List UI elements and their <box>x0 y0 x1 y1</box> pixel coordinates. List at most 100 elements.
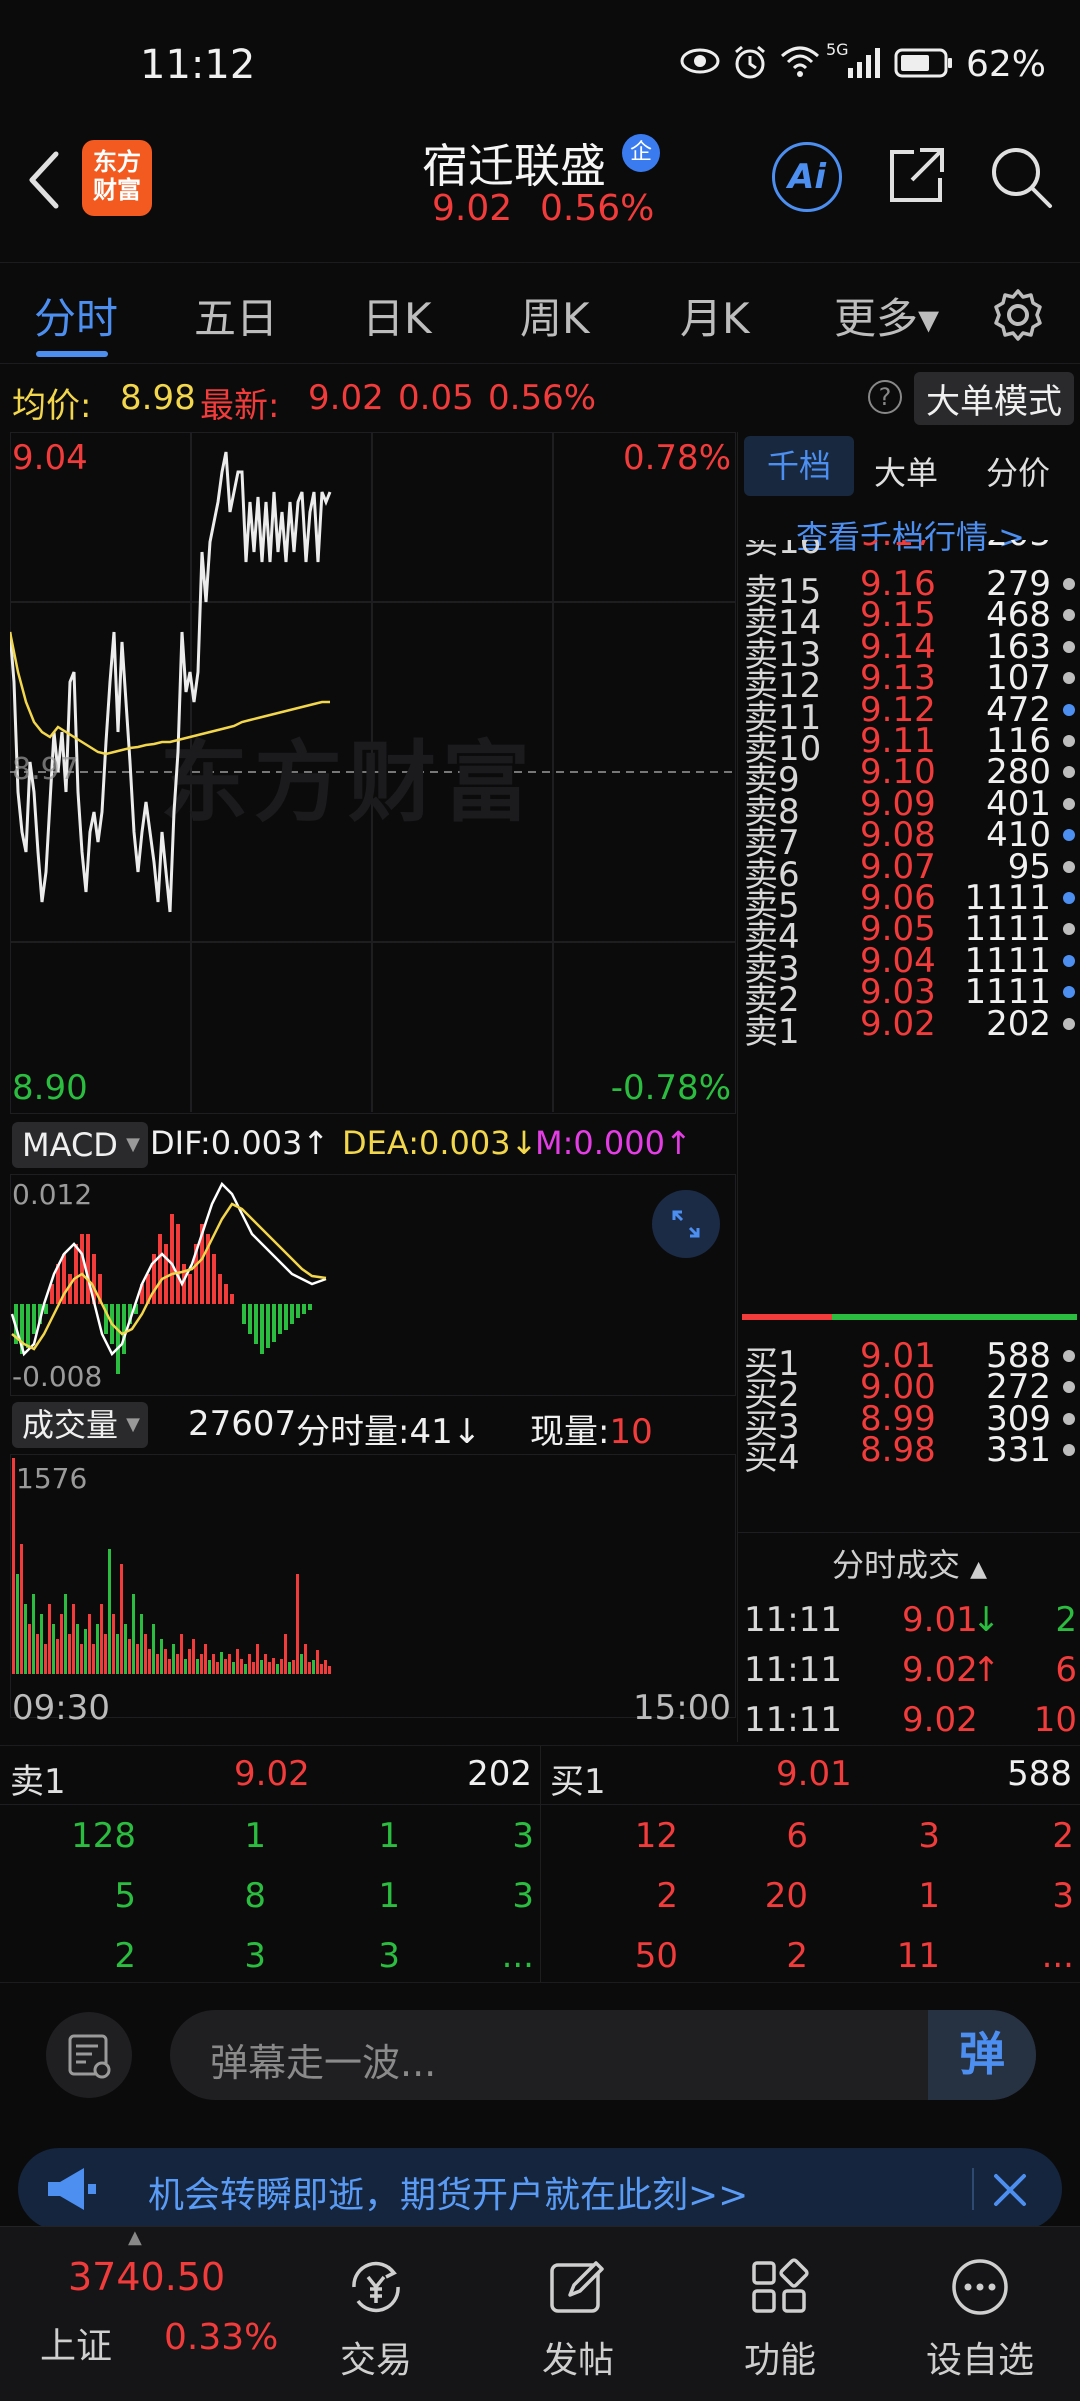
ob-tab-large-order[interactable]: 大单 <box>874 448 938 494</box>
macd-chart <box>10 1181 327 1374</box>
avg-price-label: 均价: <box>12 386 92 426</box>
buy-queue-cell: 2 <box>1052 1816 1074 1856</box>
sell-queue-cell: 3 <box>244 1936 266 1976</box>
tab-more[interactable]: 更多▾ <box>834 285 939 346</box>
danmaku-send-button[interactable]: 弹 <box>928 2010 1036 2100</box>
back-icon[interactable] <box>24 148 64 216</box>
ai-button[interactable]: Ai <box>772 142 842 212</box>
buy-queue-cell: 3 <box>1052 1876 1074 1916</box>
search-icon[interactable] <box>988 144 1054 214</box>
order-marker-dot <box>1063 672 1075 685</box>
chevron-down-icon: ▼ <box>126 1134 140 1155</box>
bid-row: 买4 8.98 331 <box>738 1430 1080 1479</box>
tab-weekly-k[interactable]: 周K <box>520 285 590 346</box>
bid-price: 8.98 <box>860 1430 936 1471</box>
trade-qty: 2 <box>1055 1600 1077 1640</box>
comment-bar: 弹幕走一波... 弹 <box>0 1990 1080 2110</box>
tab-daily-k[interactable]: 日K <box>362 285 432 346</box>
ask-label: 卖1 <box>744 1011 800 1052</box>
chart-area: 东方财富 9.04 0.78% 8.97 8.90 -0.78% MACD ▼ … <box>10 432 736 1742</box>
index-value: 3740.50 <box>68 2255 226 2299</box>
ob-tab-thousand[interactable]: 千档 <box>744 436 854 496</box>
help-icon[interactable]: ? <box>868 380 902 414</box>
status-time: 11:12 <box>140 42 256 88</box>
average-price-line <box>10 631 330 756</box>
edit-icon <box>550 2261 604 2313</box>
nav-post-label: 发帖 <box>541 2340 614 2381</box>
close-icon[interactable] <box>988 2168 1032 2216</box>
logo-line1: 东方 <box>93 148 141 176</box>
nav-functions[interactable]: 功能 <box>700 2227 860 2401</box>
index-name: 上证 <box>40 2326 113 2367</box>
large-order-mode-button[interactable]: 大单模式 <box>914 372 1074 425</box>
volume-selector-label: 成交量 <box>22 1406 119 1444</box>
sell-queue-cell: ... <box>501 1936 534 1976</box>
trade-icon <box>352 2261 400 2313</box>
caret-up-icon: ▲ <box>970 1557 988 1582</box>
tab-monthly-k[interactable]: 月K <box>680 285 750 346</box>
trade-price: 9.01 <box>902 1600 978 1640</box>
order-marker-dot <box>1063 735 1075 747</box>
ad-banner[interactable]: 机会转瞬即逝，期货开户就在此刻>> <box>18 2148 1062 2230</box>
macd-m: M:0.000↑ <box>535 1124 692 1162</box>
queue-buy-qty: 588 <box>1007 1754 1072 1794</box>
macd-selector-label: MACD <box>22 1126 118 1164</box>
price-info-bar: 均价: 8.98 最新: 9.02 0.05 0.56% ? 大单模式 <box>0 370 1080 430</box>
macd-dea-arrow: ↓ <box>510 1124 538 1162</box>
volume-chart <box>12 1458 331 1674</box>
logo-line2: 财富 <box>93 176 141 204</box>
sell-queue-cell: 3 <box>512 1816 534 1856</box>
danmaku-placeholder: 弹幕走一波... <box>210 2041 437 2085</box>
comment-list-button[interactable] <box>46 2012 132 2098</box>
queue-divider <box>540 1746 541 1982</box>
share-icon[interactable] <box>884 144 948 212</box>
gear-icon[interactable] <box>990 287 1046 347</box>
trades-title[interactable]: 分时成交 ▲ <box>738 1540 1080 1586</box>
volume-current: 现量:10 <box>530 1404 653 1453</box>
tab-five-day[interactable]: 五日 <box>194 285 278 346</box>
ask-label: 卖16 <box>744 540 821 558</box>
pct-axis-max: 0.78% <box>622 438 731 478</box>
order-marker-dot <box>1063 797 1075 810</box>
latest-value: 9.02 <box>308 378 384 418</box>
order-marker-dot <box>1063 640 1075 653</box>
macd-histogram <box>14 1214 312 1374</box>
order-marker-dot <box>1063 1412 1075 1425</box>
wifi-icon <box>780 44 820 82</box>
tab-intraday[interactable]: 分时 <box>34 285 118 346</box>
ob-tab-thousand-label: 千档 <box>766 447 831 485</box>
buy-queue-cell: 3 <box>918 1816 940 1856</box>
header-change-pct: 0.56% <box>540 188 655 229</box>
notes-icon <box>68 2034 111 2079</box>
megaphone-icon <box>44 2164 100 2218</box>
macd-selector[interactable]: MACD ▼ <box>12 1122 148 1168</box>
active-tab-indicator <box>36 351 108 357</box>
caret-up-icon: ▲ <box>128 2227 142 2248</box>
trade-time: 11:11 <box>744 1600 842 1640</box>
sell-queue-cell: 1 <box>378 1816 400 1856</box>
macd-dif-value: DIF:0.003 <box>150 1124 303 1162</box>
nav-add-watchlist[interactable]: 设自选 <box>900 2227 1060 2401</box>
trade-qty: 10 <box>1033 1700 1077 1740</box>
nav-trade[interactable]: 交易 <box>296 2227 456 2401</box>
expand-button[interactable] <box>652 1190 720 1258</box>
bid-label: 买4 <box>744 1438 800 1479</box>
index-ticker[interactable]: ▲ 3740.50 上证 0.33% <box>0 2227 290 2401</box>
ask-row-partial: 卖16 9.17 203 <box>738 540 1080 558</box>
macd-axis-max: 0.012 <box>12 1178 93 1211</box>
price-axis-mid: 8.97 <box>12 752 79 787</box>
volume-selector[interactable]: 成交量 ▼ <box>12 1402 149 1448</box>
trades-title-label: 分时成交 <box>831 1546 960 1584</box>
volume-axis-max: 1576 <box>16 1462 88 1495</box>
buy-queue-cell: 2 <box>656 1876 678 1916</box>
ask-qty: 203 <box>986 540 1051 554</box>
trade-row: 11:11 9.02 ↑ 6 <box>738 1650 1080 1696</box>
ad-text: 机会转瞬即逝，期货开户就在此刻>> <box>148 2175 749 2216</box>
buy-queue-cell: 1 <box>918 1876 940 1916</box>
ob-tab-price-dist[interactable]: 分价 <box>986 448 1050 494</box>
danmaku-input[interactable]: 弹幕走一波... 弹 <box>170 2010 1036 2100</box>
volume-current-value: 10 <box>609 1412 653 1452</box>
macd-dea: DEA:0.003↓ <box>342 1124 537 1162</box>
nav-post[interactable]: 发帖 <box>498 2227 658 2401</box>
bid-qty: 331 <box>986 1430 1051 1471</box>
